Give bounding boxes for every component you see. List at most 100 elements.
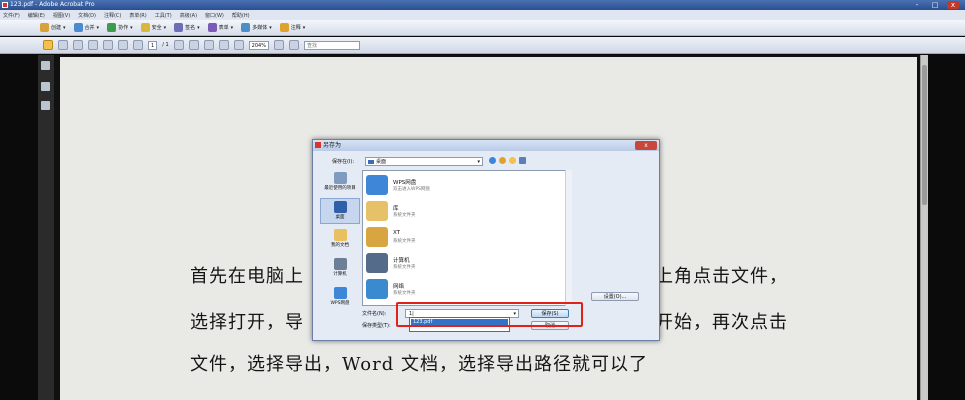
open-folder-icon[interactable] (43, 40, 53, 50)
recent-items-icon (333, 172, 347, 184)
combine-button[interactable]: 合并 ▾ (73, 23, 99, 32)
email-icon[interactable] (88, 40, 98, 50)
menu-edit[interactable]: 编辑(E) (28, 12, 45, 19)
menu-file[interactable]: 文件(F) (3, 12, 20, 19)
save-in-dropdown[interactable]: 桌面 ▾ (365, 157, 483, 166)
acrobat-window: 123.pdf - Adobe Acrobat Pro - □ x 文件(F) … (0, 0, 965, 400)
list-item[interactable]: 库系统文件夹 (365, 199, 565, 224)
place-desktop[interactable]: 桌面 (320, 198, 360, 224)
select-tool-icon[interactable] (173, 40, 184, 50)
navigate-icon[interactable] (103, 40, 113, 50)
close-window-button[interactable]: x (947, 1, 959, 9)
computer-icon (366, 253, 388, 273)
dialog-title: 另存为 (323, 142, 342, 149)
fit-width-icon[interactable] (288, 40, 299, 50)
secure-button[interactable]: 安全 ▾ (140, 23, 166, 32)
network-icon (366, 279, 388, 299)
document-line-3: 文件，选择导出，Word 文档，选择导出路径就可以了 (190, 354, 648, 375)
menu-forms[interactable]: 表单(R) (129, 12, 146, 19)
autocomplete-item[interactable]: 123.pdf (411, 319, 508, 326)
save-icon[interactable] (73, 40, 83, 50)
forms-button[interactable]: 表单 ▾ (207, 23, 233, 32)
dialog-title-bar: 另存为 x (313, 140, 659, 151)
comment-button[interactable]: 注释 ▾ (279, 23, 305, 32)
up-folder-icon[interactable] (499, 157, 506, 164)
cloud-icon (333, 287, 347, 299)
hand-tool-icon[interactable] (188, 40, 199, 50)
list-item[interactable]: 计算机 系统文件夹 (365, 251, 565, 276)
place-wps-drive[interactable]: WPS网盘 (320, 285, 360, 311)
zoom-tool-icon[interactable] (203, 40, 214, 50)
create-icon (40, 23, 49, 32)
zoom-in-icon[interactable] (233, 40, 244, 50)
file-type-label: 保存类型(T): (362, 323, 391, 329)
document-line-1b: 上角点击文件， (655, 266, 788, 287)
computer-icon (333, 258, 347, 270)
form-icon (207, 23, 217, 32)
cloud-icon (366, 175, 388, 195)
pen-icon (174, 23, 184, 32)
create-button[interactable]: 创建 ▾ (40, 23, 66, 32)
combine-icon (73, 23, 83, 32)
list-item[interactable]: XT 系统文件夹 (365, 225, 565, 250)
menu-help[interactable]: 帮助(H) (232, 12, 250, 19)
place-documents[interactable]: 我的文档 (320, 227, 360, 253)
menu-bar: 文件(F) 编辑(E) 视图(V) 文档(D) 注释(C) 表单(R) 工具(T… (0, 10, 965, 20)
multimedia-icon (241, 23, 251, 32)
fit-page-icon[interactable] (273, 40, 284, 50)
file-toolbar: 1 / 1 204% 查找 (0, 37, 965, 54)
cancel-button[interactable]: 取消 (531, 321, 569, 330)
scrollbar-thumb[interactable] (922, 65, 927, 205)
menu-view[interactable]: 视图(V) (53, 12, 70, 19)
documents-icon (333, 229, 347, 241)
new-folder-icon[interactable] (509, 157, 516, 164)
view-menu-icon[interactable] (519, 157, 526, 164)
places-bar: 最近使用的项目 桌面 我的文档 计算机 WPS网盘 (320, 170, 360, 310)
place-computer[interactable]: 计算机 (320, 256, 360, 282)
autocomplete-dropdown: 123.pdf (409, 317, 510, 332)
title-bar: 123.pdf - Adobe Acrobat Pro - □ x (0, 0, 965, 10)
save-in-label: 保存在(I): (332, 159, 355, 165)
page-number-input[interactable]: 1 (148, 40, 158, 50)
minimize-button[interactable]: - (911, 1, 923, 9)
bookmarks-icon[interactable] (41, 82, 50, 91)
next-page-icon[interactable] (133, 40, 143, 50)
collaborate-icon (107, 23, 117, 32)
options-button[interactable]: 设置(O)... (591, 292, 639, 301)
user-folder-icon (366, 227, 388, 247)
print-icon[interactable] (58, 40, 68, 50)
zoom-level-field[interactable]: 204% (248, 40, 269, 50)
pdf-icon (315, 142, 321, 148)
menu-window[interactable]: 窗口(W) (205, 12, 224, 19)
save-button[interactable]: 保存(S) (531, 309, 569, 318)
maximize-button[interactable]: □ (929, 1, 941, 9)
desktop-icon (333, 201, 347, 213)
menu-tools[interactable]: 工具(T) (155, 12, 172, 19)
sign-button[interactable]: 签名 ▾ (174, 23, 200, 32)
multimedia-button[interactable]: 多媒体 ▾ (241, 23, 272, 32)
dialog-close-button[interactable]: x (635, 141, 657, 150)
dialog-nav-icons (489, 157, 526, 164)
document-scrollbar[interactable] (920, 55, 928, 400)
signatures-icon[interactable] (41, 101, 50, 110)
chevron-down-icon: ▾ (477, 159, 480, 165)
save-as-dialog: 另存为 x 保存在(I): 桌面 ▾ 最近使用的项目 桌面 我的文档 计算机 W… (312, 139, 660, 341)
list-item[interactable]: 网络 系统文件夹 (365, 277, 565, 302)
collaborate-button[interactable]: 协作 ▾ (107, 23, 133, 32)
zoom-out-icon[interactable] (218, 40, 229, 50)
tasks-toolbar: 创建 ▾ 合并 ▾ 协作 ▾ 安全 ▾ 签名 ▾ 表单 ▾ 多媒体 ▾ 注释 ▾ (0, 20, 965, 36)
file-list-scrollbar[interactable] (565, 170, 572, 306)
document-line-1a: 首先在电脑上 (190, 266, 304, 287)
chevron-down-icon[interactable]: ▾ (513, 310, 516, 318)
menu-document[interactable]: 文档(D) (78, 12, 96, 19)
pages-icon[interactable] (41, 61, 50, 70)
acrobat-app-icon (2, 2, 8, 8)
list-item[interactable]: WPS网盘 双击进入WPS网盘 (365, 173, 565, 198)
find-field[interactable]: 查找 (303, 40, 360, 50)
menu-comments[interactable]: 注释(C) (104, 12, 121, 19)
place-recent[interactable]: 最近使用的项目 (320, 170, 360, 196)
back-icon[interactable] (489, 157, 496, 164)
window-controls: - □ x (911, 1, 959, 9)
previous-page-icon[interactable] (118, 40, 128, 50)
menu-advanced[interactable]: 高级(A) (180, 12, 197, 19)
